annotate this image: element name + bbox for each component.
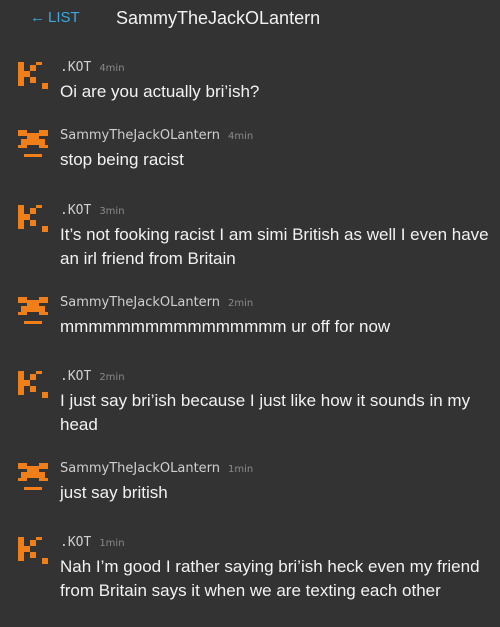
kot-avatar-icon xyxy=(18,205,48,232)
username[interactable]: .KOT xyxy=(60,203,91,218)
timestamp: 2min xyxy=(99,372,125,383)
pumpkin-avatar-icon xyxy=(18,297,48,324)
username[interactable]: SammyTheJackOLantern xyxy=(60,461,220,476)
username[interactable]: .KOT xyxy=(60,60,91,75)
username[interactable]: SammyTheJackOLantern xyxy=(60,295,220,310)
message-text: just say british xyxy=(60,483,168,502)
timestamp: 1min xyxy=(99,538,125,549)
arrow-left-icon: ← xyxy=(30,9,45,26)
timestamp: 2min xyxy=(228,298,254,309)
chat-title: SammyTheJackOLantern xyxy=(116,8,321,28)
kot-avatar-icon xyxy=(18,371,48,398)
timestamp: 1min xyxy=(228,464,254,475)
kot-avatar-icon xyxy=(18,537,48,564)
pumpkin-avatar-icon xyxy=(18,130,48,157)
timestamp: 4min xyxy=(99,63,125,74)
message-meta: .KOT 4min xyxy=(60,60,125,75)
username[interactable]: .KOT xyxy=(60,535,91,550)
message-meta: .KOT 3min xyxy=(60,203,125,218)
pumpkin-avatar-icon xyxy=(18,463,48,490)
username[interactable]: SammyTheJackOLantern xyxy=(60,128,220,143)
timestamp: 4min xyxy=(228,131,254,142)
kot-avatar-icon xyxy=(18,62,48,89)
message-meta: .KOT 1min xyxy=(60,535,125,550)
back-label: LIST xyxy=(48,9,80,26)
message-text: mmmmmmmmmmmmmmmm ur off for now xyxy=(60,317,391,336)
message-text: I just say bri’ish because I just like h… xyxy=(60,391,471,434)
username[interactable]: .KOT xyxy=(60,369,91,384)
message-meta: SammyTheJackOLantern 2min xyxy=(60,295,253,310)
message-meta: SammyTheJackOLantern 4min xyxy=(60,128,253,143)
back-to-list-button[interactable]: ← LIST xyxy=(30,9,80,26)
message-text: Nah I’m good I rather saying bri’ish hec… xyxy=(60,557,480,600)
message-text: Oi are you actually bri’ish? xyxy=(60,82,260,101)
message-meta: SammyTheJackOLantern 1min xyxy=(60,461,253,476)
message-text: stop being racist xyxy=(60,150,184,169)
chat-header: ← LIST SammyTheJackOLantern xyxy=(0,0,500,40)
timestamp: 3min xyxy=(99,206,125,217)
message-meta: .KOT 2min xyxy=(60,369,125,384)
message-text: It’s not fooking racist I am simi Britis… xyxy=(60,225,489,268)
